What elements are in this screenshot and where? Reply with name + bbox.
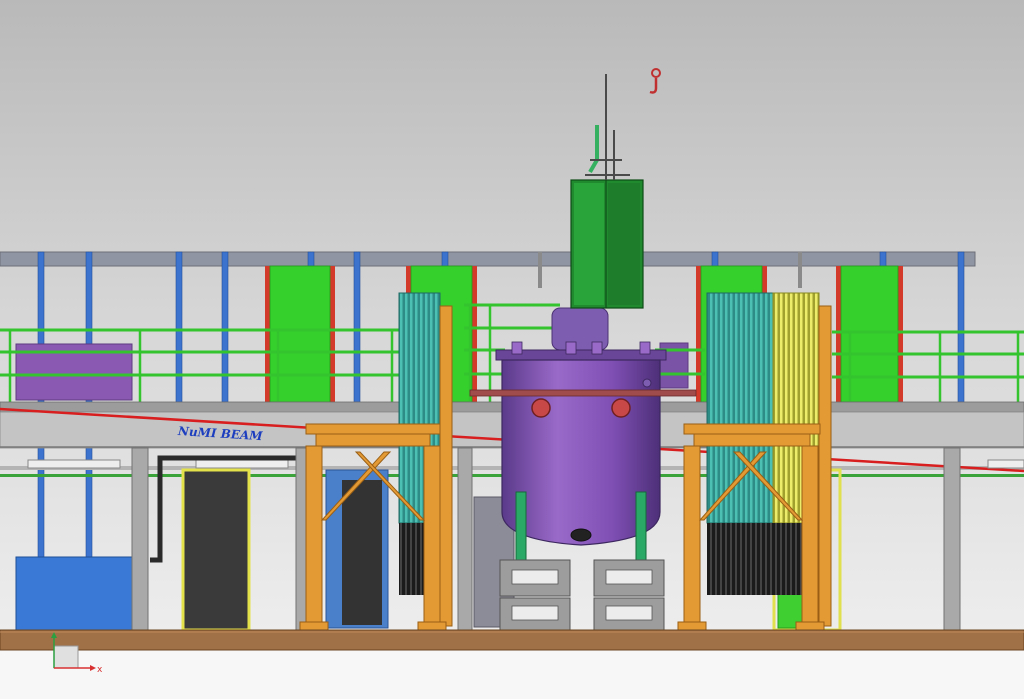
white-lintel-mid (195, 459, 289, 469)
floor-slab (0, 629, 1024, 651)
white-lintel-right (987, 459, 1024, 469)
detector-cad-scene: NuMI BEAM x (0, 0, 1024, 699)
port-left (531, 398, 551, 418)
blue-cabinet (15, 556, 133, 631)
ground-white (0, 650, 1024, 699)
white-lintel-left (27, 459, 121, 469)
port-right (611, 398, 631, 418)
dark-doorway (181, 468, 251, 632)
right-teal-planes (706, 292, 774, 524)
upper-beam (0, 251, 976, 267)
vessel-band (469, 389, 697, 397)
dark-door-inner (342, 480, 382, 625)
axis-x-label: x (97, 665, 103, 675)
gray-column-4 (943, 447, 961, 631)
right-black-planes (707, 523, 803, 595)
top-electronics-box (570, 179, 644, 309)
left-orange-post (439, 305, 453, 627)
right-orange-post (818, 305, 832, 627)
gray-column-1 (131, 447, 149, 631)
gray-column-3 (457, 447, 473, 631)
bottom-drain (570, 528, 592, 542)
